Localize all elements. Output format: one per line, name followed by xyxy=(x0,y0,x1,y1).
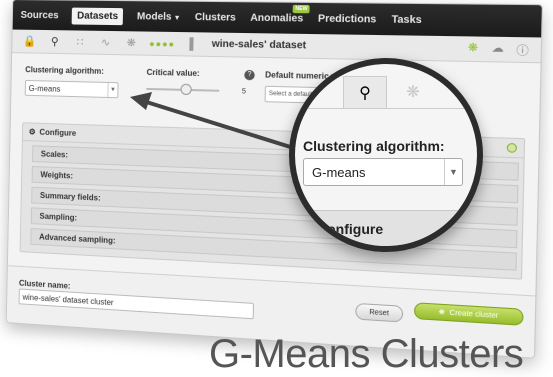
magnified-configure: Configure ttings xyxy=(295,210,477,246)
create-cluster-label: Create cluster xyxy=(449,309,499,320)
nav-item-datasets[interactable]: Datasets xyxy=(72,7,124,25)
magnified-settings-text: ttings xyxy=(444,225,461,232)
cluster-icon[interactable]: ❋ xyxy=(123,36,139,49)
nav-item-predictions[interactable]: Predictions xyxy=(318,13,377,25)
help-icon[interactable]: ? xyxy=(244,69,255,81)
nav-item-models[interactable]: Models ▼ xyxy=(137,11,181,23)
magnified-configure-title: Configure xyxy=(317,221,384,237)
magnifier-lens: ⚲ ❋ Clustering algorithm: G-means ▼ Conf… xyxy=(289,58,483,252)
scatter-icon[interactable]: ∷ xyxy=(72,35,88,48)
progress-dots-icon: ●●●● xyxy=(149,38,176,49)
config-row-label: Summary fields: xyxy=(39,190,101,203)
default-numeric-placeholder: Select a default xyxy=(268,90,313,99)
dataset-search-icon[interactable]: ⚲ xyxy=(47,35,63,48)
nav-item-clusters[interactable]: Clusters xyxy=(195,11,236,23)
config-row-label: Weights: xyxy=(40,170,74,181)
magnified-algorithm-value: G-means xyxy=(312,164,366,180)
critical-value-label: Critical value: xyxy=(146,67,200,79)
caption-title: G-Means Clusters xyxy=(209,332,524,376)
cluster-config-icon[interactable]: ❋ xyxy=(464,40,482,57)
config-row-label: Sampling: xyxy=(39,211,78,223)
config-row-label: Advanced sampling: xyxy=(39,232,116,246)
algorithm-select[interactable]: G-means ▼ xyxy=(24,79,119,99)
nav-item-tasks[interactable]: Tasks xyxy=(391,14,421,26)
nav-item-sources[interactable]: Sources xyxy=(20,9,58,20)
cluster-name-input[interactable]: wine-sales' dataset cluster xyxy=(18,288,255,320)
collapse-toggle-icon[interactable] xyxy=(506,142,518,153)
nav-item-models-label: Models xyxy=(136,10,172,23)
new-badge: NEW xyxy=(293,4,310,13)
reset-button-label: Reset xyxy=(369,308,390,317)
cluster-name-value: wine-sales' dataset cluster xyxy=(22,292,114,307)
gears-icon: ⚙ xyxy=(28,127,36,137)
nav-item-anomalies[interactable]: Anomalies NEW xyxy=(250,4,310,25)
magnified-algorithm-select: G-means ▼ xyxy=(303,158,463,186)
critical-value-slider[interactable] xyxy=(146,83,220,96)
chevron-down-icon: ▼ xyxy=(107,82,118,98)
critical-value-group: Critical value: xyxy=(146,67,228,96)
create-cluster-button[interactable]: ❋ Create cluster xyxy=(413,302,524,326)
algorithm-group: Clustering algorithm: G-means ▼ xyxy=(24,65,119,99)
algorithm-label: Clustering algorithm: xyxy=(25,65,104,76)
configure-title: Configure xyxy=(39,127,77,138)
bar-chart-icon: ▌ xyxy=(189,37,198,51)
dataset-search-icon: ⚲ xyxy=(343,76,387,108)
info-icon[interactable]: ⓘ xyxy=(513,41,532,58)
nav-item-anomalies-label: Anomalies xyxy=(250,12,304,25)
reset-button[interactable]: Reset xyxy=(355,302,404,323)
cloud-icon[interactable]: ☁ xyxy=(489,40,507,57)
magnifier-divider xyxy=(295,108,477,109)
chevron-down-icon: ▼ xyxy=(173,14,181,22)
magnified-algorithm-label: Clustering algorithm: xyxy=(303,138,445,154)
toolbar-right-icons: ❋ ☁ ⓘ xyxy=(464,40,541,58)
chevron-down-icon: ▼ xyxy=(444,159,462,185)
critical-value-readout: 5 xyxy=(241,88,247,96)
cluster-icon: ❋ xyxy=(406,84,420,101)
slider-handle[interactable] xyxy=(180,83,192,96)
config-row-label: Scales: xyxy=(40,149,69,160)
cluster-icon: ❋ xyxy=(438,308,446,317)
lock-icon[interactable]: 🔒 xyxy=(22,35,38,48)
dataset-title: wine-sales' dataset xyxy=(211,38,307,52)
line-chart-icon[interactable]: ∿ xyxy=(98,36,114,49)
stage: Sources Datasets Models ▼ Clusters Anomal… xyxy=(0,0,553,377)
algorithm-select-value: G-means xyxy=(28,83,61,94)
